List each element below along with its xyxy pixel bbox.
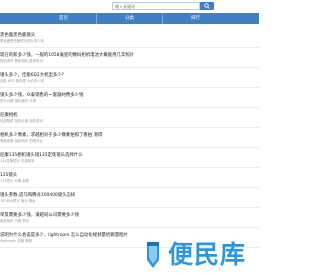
top-bar (0, 0, 259, 12)
list-item[interactable]: 单反需要多少钱，请越同公司需要多少钱 单反相机 价格 购买 (0, 208, 259, 228)
list-item[interactable]: 镜头多少钱，众泰销售的一套器材费多少钱 镜头价格 相机器材 众泰 (0, 88, 259, 108)
watermark-text: 便民库 (168, 240, 247, 269)
list-item[interactable]: 135镜头 135镜头 价格 参数 (0, 168, 259, 188)
item-meta: 像素参数 相机测评 拍照对比 (0, 139, 43, 143)
search-icon (204, 3, 210, 9)
nav-item-ranking[interactable]: 排行 (163, 13, 228, 24)
item-meta: 100400镜头 适马 腾龙 (0, 199, 36, 203)
list-item[interactable]: 相机多少像素，求越相对于多少像素拍照了看拍 测得 像素参数 相机测评 拍照对比 (0, 128, 259, 148)
nav-divider (96, 13, 97, 24)
item-meta: lightroom 后期 教程 (0, 239, 33, 243)
nav-item-home[interactable]: 首页 (31, 13, 96, 24)
list-item[interactable]: 尼康相机 尼康相机 相机价格 相机资讯 (0, 108, 259, 128)
item-meta: 尼康相机 相机价格 相机资讯 (0, 119, 43, 123)
item-meta: 相机资讯 数码相机 数码知识 (0, 59, 43, 63)
item-meta: 佳能 6D2 新机型 大约多少钱 (0, 79, 45, 83)
search-button[interactable] (200, 2, 214, 10)
list-item[interactable]: 镜头参数,适马和腾龙100400镜头怎样 100400镜头 适马 腾龙 (0, 188, 259, 208)
item-meta: 135镜头 价格 参数 (0, 179, 29, 183)
main-nav: 首页 分类 排行 (0, 13, 259, 24)
item-meta: 单反相机 价格 购买 (0, 219, 30, 223)
list-item[interactable]: 现在的新多少钱，一般的1058毫星的数码相机电池大概能用几年照片 相机资讯 数码… (0, 48, 259, 68)
pencil-logo-icon (147, 242, 159, 268)
item-meta: 135定焦镜头 尼康相机 (0, 159, 35, 163)
site-watermark: 便民库 (140, 238, 254, 272)
nav-divider (162, 13, 163, 24)
list-item[interactable]: 镜头多少，佳能6D2大机型多少? 佳能 6D2 新机型 大约多少钱 (0, 68, 259, 88)
item-meta: 黑色鹿黑色鹿镜头照片多少钱 (0, 39, 45, 43)
list-item[interactable]: 尼康135相机镜头镜135定焦镜头选择什么 135定焦镜头 尼康相机 (0, 148, 259, 168)
list-item[interactable]: 黑色鹿黑色鹿镜头 黑色鹿黑色鹿镜头照片多少钱 (0, 28, 259, 48)
search-bar (0, 0, 259, 11)
search-input[interactable] (112, 2, 200, 10)
nav-item-category[interactable]: 分类 (97, 13, 162, 24)
item-meta: 镜头价格 相机器材 众泰 (0, 99, 37, 103)
